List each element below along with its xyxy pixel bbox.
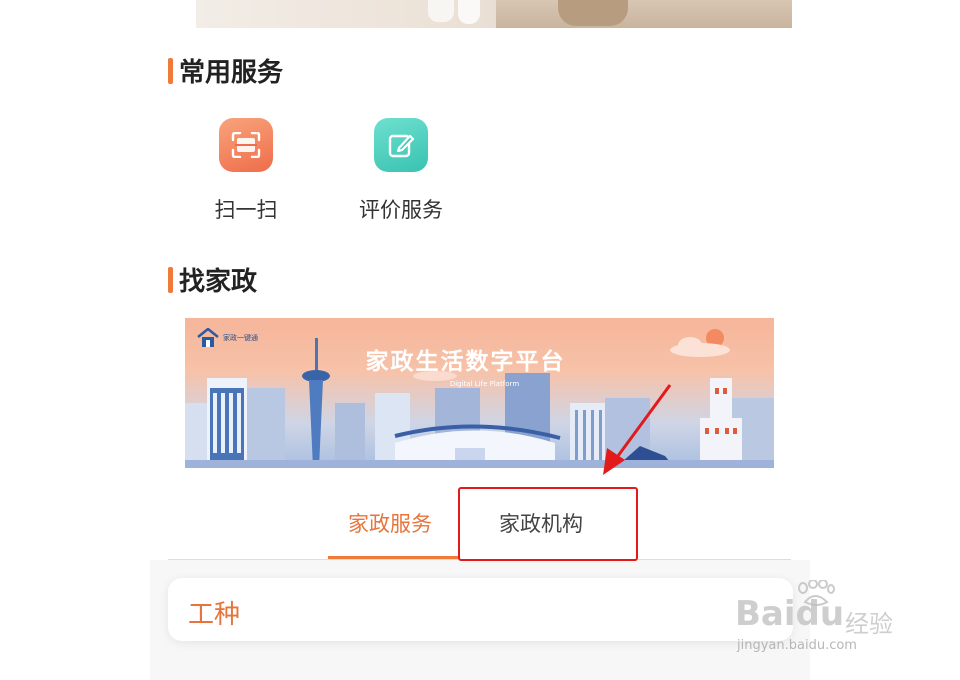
banner-subtitle: Digital Life Platform [449, 380, 520, 388]
scan-icon [219, 118, 273, 172]
hero-banner-image [196, 0, 792, 28]
watermark-suffix: 经验 [845, 610, 893, 638]
annotation-highlight-box [458, 487, 638, 561]
tab-housekeeping-service[interactable]: 家政服务 [348, 508, 432, 538]
banner-headline: 家政生活数字平台 [365, 349, 566, 375]
section-accent-bar [168, 57, 173, 84]
job-type-filter[interactable]: 工种 [168, 578, 793, 641]
review-service-button[interactable]: 评价服务 [341, 118, 461, 224]
annotation-arrow-icon [603, 384, 672, 475]
section-title-text: 找家政 [179, 267, 258, 297]
section-title-text: 常用服务 [179, 58, 284, 88]
section-accent-bar [168, 266, 173, 293]
job-type-label: 工种 [188, 600, 241, 630]
section-title-common-services: 常用服务 [168, 52, 283, 89]
scan-service-label: 扫一扫 [214, 198, 278, 222]
section-title-find-housekeeping: 找家政 [168, 261, 257, 298]
edit-review-icon [374, 118, 428, 172]
review-service-label: 评价服务 [359, 198, 443, 222]
scan-service-button[interactable]: 扫一扫 [186, 118, 306, 224]
platform-banner[interactable]: 家政一键通 家政生活数字平台 Digital Life Platform [185, 318, 774, 468]
